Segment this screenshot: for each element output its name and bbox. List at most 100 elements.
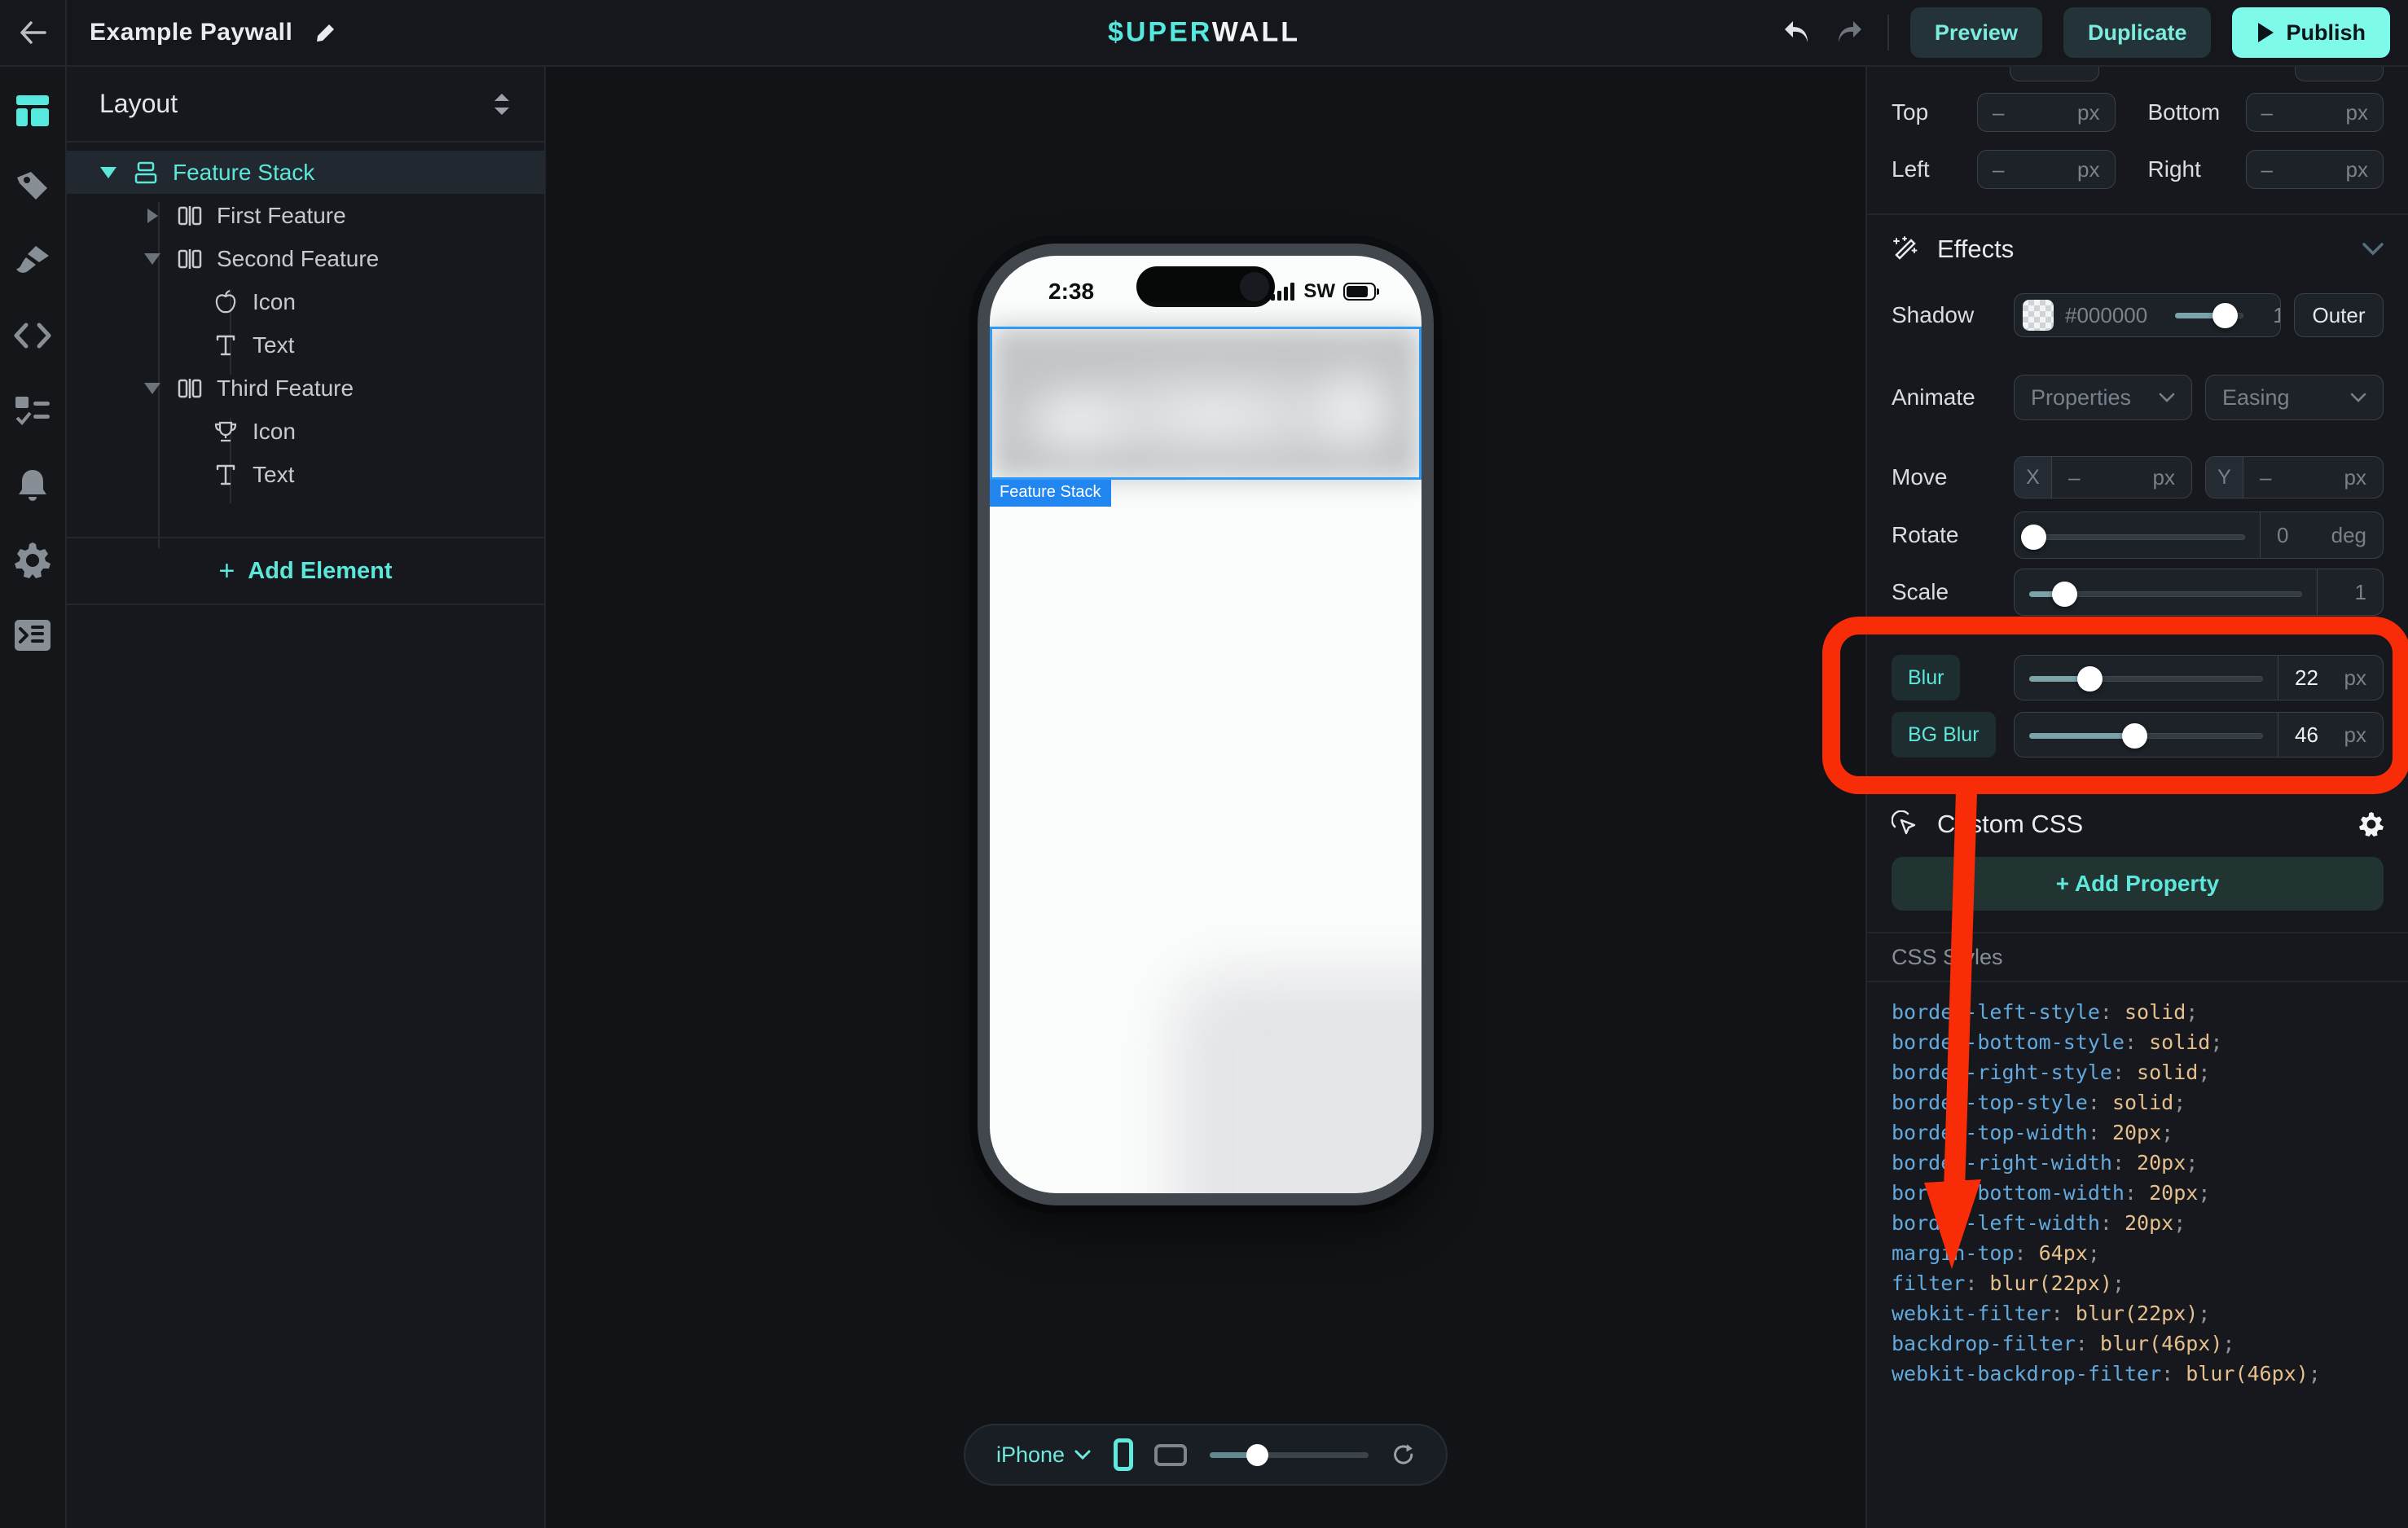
preview-button[interactable]: Preview xyxy=(1910,7,2042,58)
move-x-input[interactable]: X –px xyxy=(2014,456,2192,498)
rotate-control-group: 0deg xyxy=(2014,512,2384,559)
edit-pencil-icon[interactable] xyxy=(314,20,338,45)
rail-checklist-icon[interactable] xyxy=(8,386,57,435)
rotate-slider[interactable] xyxy=(2015,513,2260,557)
add-property-button[interactable]: + Add Property xyxy=(1892,857,2384,911)
animate-label: Animate xyxy=(1892,384,2014,411)
duplicate-button[interactable]: Duplicate xyxy=(2063,7,2212,58)
feature-stack-selection[interactable]: Feature Stack xyxy=(990,327,1422,480)
left-input[interactable]: –px xyxy=(1977,150,2116,189)
animate-properties-select[interactable]: Properties xyxy=(2014,375,2192,420)
document-title: Example Paywall xyxy=(90,19,292,46)
bg-blur-control-group: 46px xyxy=(2014,712,2384,757)
cursor-click-icon xyxy=(1892,810,1919,838)
css-line: border-bottom-style: solid; xyxy=(1892,1027,2384,1057)
shadow-color-swatch[interactable] xyxy=(2023,300,2054,331)
tree-item-label: Feature Stack xyxy=(173,160,314,186)
bg-blur-value[interactable]: 46px xyxy=(2278,722,2383,748)
trophy-icon xyxy=(212,420,239,443)
tree-item-text[interactable]: Text xyxy=(67,453,544,496)
rail-code-icon[interactable] xyxy=(8,311,57,360)
add-element-button[interactable]: + Add Element xyxy=(67,537,544,605)
publish-button[interactable]: Publish xyxy=(2232,7,2390,58)
bottom-label: Bottom xyxy=(2148,99,2246,125)
css-code-block[interactable]: border-left-style: solid; border-bottom-… xyxy=(1892,997,2384,1389)
blur-slider[interactable] xyxy=(2015,656,2278,700)
rail-bell-icon[interactable] xyxy=(8,461,57,510)
layout-panel: Layout Feature Stack xyxy=(67,67,546,1528)
superwall-editor: Example Paywall $UPERWALL Preview Duplic… xyxy=(0,0,2408,1528)
tree-item-label: Icon xyxy=(253,419,296,445)
columns-icon xyxy=(176,248,204,270)
tree-item-label: Second Feature xyxy=(217,246,379,272)
shadow-hex-value[interactable]: #000000 xyxy=(2065,303,2160,328)
rail-layout-icon[interactable] xyxy=(8,86,57,135)
bg-blur-slider[interactable] xyxy=(2015,713,2278,757)
right-input[interactable]: –px xyxy=(2246,150,2384,189)
top-input[interactable]: –px xyxy=(1977,93,2116,132)
move-y-input[interactable]: Y –px xyxy=(2205,456,2384,498)
canvas[interactable]: 2:38 SW Feature Stack xyxy=(546,67,1865,1528)
tree-item-label: Icon xyxy=(253,289,296,315)
shadow-opacity-input[interactable]: 100% xyxy=(2258,303,2281,328)
rail-terminal-icon[interactable] xyxy=(8,611,57,660)
tree-item-label: Third Feature xyxy=(217,375,354,402)
scale-value[interactable]: 1 xyxy=(2318,580,2383,605)
shadow-control-group: #000000 100% xyxy=(2014,293,2281,337)
redo-icon[interactable] xyxy=(1834,18,1866,47)
tree-item-second-feature[interactable]: Second Feature xyxy=(67,237,544,280)
blur-value[interactable]: 22px xyxy=(2278,665,2383,691)
layer-tree: Feature Stack First Feature Second Featu… xyxy=(67,143,544,496)
chevron-down-icon xyxy=(2159,393,2175,402)
scale-control-group: 1 xyxy=(2014,569,2384,616)
device-selector[interactable]: iPhone xyxy=(996,1442,1091,1468)
css-line: border-top-style: solid; xyxy=(1892,1087,2384,1117)
top-bar: Example Paywall $UPERWALL Preview Duplic… xyxy=(0,0,2408,67)
back-button[interactable] xyxy=(0,0,67,65)
animate-easing-select[interactable]: Easing xyxy=(2205,375,2384,420)
shadow-label: Shadow xyxy=(1892,302,2014,328)
rail-brush-icon[interactable] xyxy=(8,236,57,285)
caret-down-icon[interactable] xyxy=(98,165,119,180)
chevron-down-icon xyxy=(1074,1450,1091,1460)
apple-icon xyxy=(212,290,239,314)
signal-icon xyxy=(1271,283,1295,301)
scale-label: Scale xyxy=(1892,579,2014,605)
rotate-value[interactable]: 0deg xyxy=(2261,523,2383,548)
bottom-input[interactable]: –px xyxy=(2246,93,2384,132)
landscape-orientation-button[interactable] xyxy=(1154,1444,1187,1466)
device-selector-label: iPhone xyxy=(996,1442,1065,1468)
tree-item-icon[interactable]: Icon xyxy=(67,410,544,453)
tree-item-icon[interactable]: Icon xyxy=(67,280,544,323)
caret-down-icon[interactable] xyxy=(142,381,163,396)
caret-down-icon[interactable] xyxy=(142,252,163,266)
clipped-input-row xyxy=(1892,67,2384,81)
caret-right-icon[interactable] xyxy=(142,208,163,224)
rail-settings-gear-icon[interactable] xyxy=(8,536,57,585)
tree-item-text[interactable]: Text xyxy=(67,323,544,367)
tree-item-third-feature[interactable]: Third Feature xyxy=(67,367,544,410)
shadow-opacity-slider[interactable] xyxy=(2160,293,2258,337)
scale-slider[interactable] xyxy=(2015,570,2317,614)
iphone-screen[interactable]: 2:38 SW Feature Stack xyxy=(990,256,1422,1193)
tree-item-first-feature[interactable]: First Feature xyxy=(67,194,544,237)
css-line: border-right-style: solid; xyxy=(1892,1057,2384,1087)
sort-toggle-icon[interactable] xyxy=(492,92,512,116)
chevron-down-icon xyxy=(2350,393,2366,402)
css-line: border-top-width: 20px; xyxy=(1892,1117,2384,1148)
blur-chip[interactable]: Blur xyxy=(1892,655,1960,700)
tree-item-feature-stack[interactable]: Feature Stack xyxy=(67,151,544,194)
portrait-orientation-button[interactable] xyxy=(1114,1438,1133,1471)
columns-icon xyxy=(176,204,204,227)
custom-css-settings-gear-icon[interactable] xyxy=(2359,812,2384,836)
inspector-panel: Top –px Bottom –px Left –px Right –px xyxy=(1865,67,2408,1528)
bg-blur-chip[interactable]: BG Blur xyxy=(1892,712,1996,757)
shadow-mode-button[interactable]: Outer xyxy=(2294,293,2384,337)
undo-icon[interactable] xyxy=(1780,18,1813,47)
css-line: backdrop-filter: blur(46px); xyxy=(1892,1328,2384,1359)
canvas-zoom-slider[interactable] xyxy=(1210,1444,1369,1466)
refresh-icon[interactable] xyxy=(1391,1442,1415,1468)
rail-tag-icon[interactable] xyxy=(8,161,57,210)
effects-collapse-chevron[interactable] xyxy=(2362,243,2384,256)
left-icon-rail xyxy=(0,67,67,1528)
